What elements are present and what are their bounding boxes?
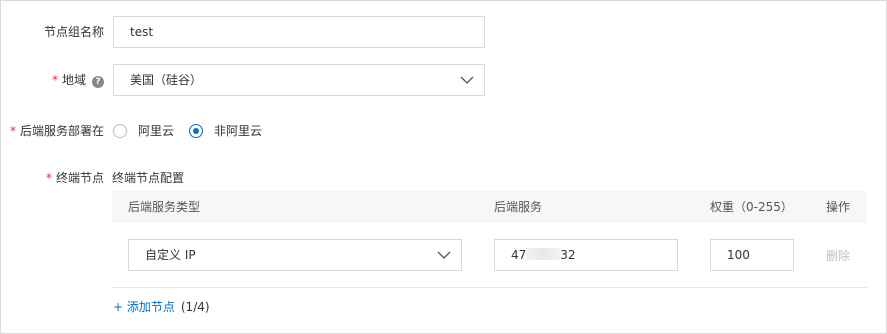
backend-type-select[interactable]: 自定义 IP — [128, 239, 462, 271]
weight-input[interactable]: 100 — [710, 239, 794, 271]
row-divider — [112, 287, 867, 288]
radio-aliyun-label: 阿里云 — [138, 124, 175, 138]
column-header: 后端服务类型 — [128, 200, 201, 214]
group-name-label: 节点组名称 — [43, 25, 104, 39]
region-select[interactable]: 美国（硅谷） — [113, 64, 485, 96]
backend-service-prefix: 47 — [511, 248, 527, 262]
region-label: * 地域? — [0, 71, 104, 89]
region-value: 美国（硅谷） — [130, 73, 203, 87]
table-header: 后端服务类型 后端服务 权重（0-255） 操作 — [112, 191, 867, 223]
backend-service-input[interactable]: 47 32 — [494, 239, 678, 271]
endpoint-config-title: 终端节点配置 — [112, 171, 185, 185]
redacted-region — [526, 248, 561, 260]
radio-circle[interactable] — [113, 124, 127, 138]
column-header: 权重（0-255） — [710, 200, 793, 214]
column-header: 后端服务 — [494, 200, 543, 214]
backend-type-value: 自定义 IP — [145, 248, 196, 262]
chevron-down-icon — [460, 76, 474, 84]
required-mark: * — [9, 124, 16, 138]
add-node-link[interactable]: + 添加节点 (1/4) — [113, 299, 210, 315]
radio-aliyun[interactable]: 阿里云 — [113, 123, 174, 139]
form-panel — [0, 0, 887, 334]
required-mark: * — [51, 73, 58, 87]
node-count: (1/4) — [180, 300, 210, 314]
chevron-down-icon — [437, 251, 451, 259]
delete-button[interactable]: 删除 — [826, 247, 850, 265]
required-mark: * — [45, 171, 52, 185]
group-name-value: test — [130, 25, 154, 39]
column-header: 操作 — [826, 200, 851, 214]
radio-non-aliyun-label: 非阿里云 — [214, 124, 263, 138]
radio-non-aliyun[interactable]: 非阿里云 — [189, 123, 262, 139]
radio-circle-selected[interactable] — [189, 124, 203, 138]
backend-service-suffix: 32 — [560, 248, 576, 262]
group-name-input[interactable]: test — [113, 16, 485, 48]
add-node-label: + 添加节点 — [113, 300, 175, 314]
backend-location-label: * 后端服务部署在 — [9, 124, 104, 138]
question-circle-icon[interactable]: ? — [92, 76, 104, 88]
weight-value: 100 — [727, 248, 750, 262]
endpoint-label: * 终端节点 — [45, 171, 104, 185]
